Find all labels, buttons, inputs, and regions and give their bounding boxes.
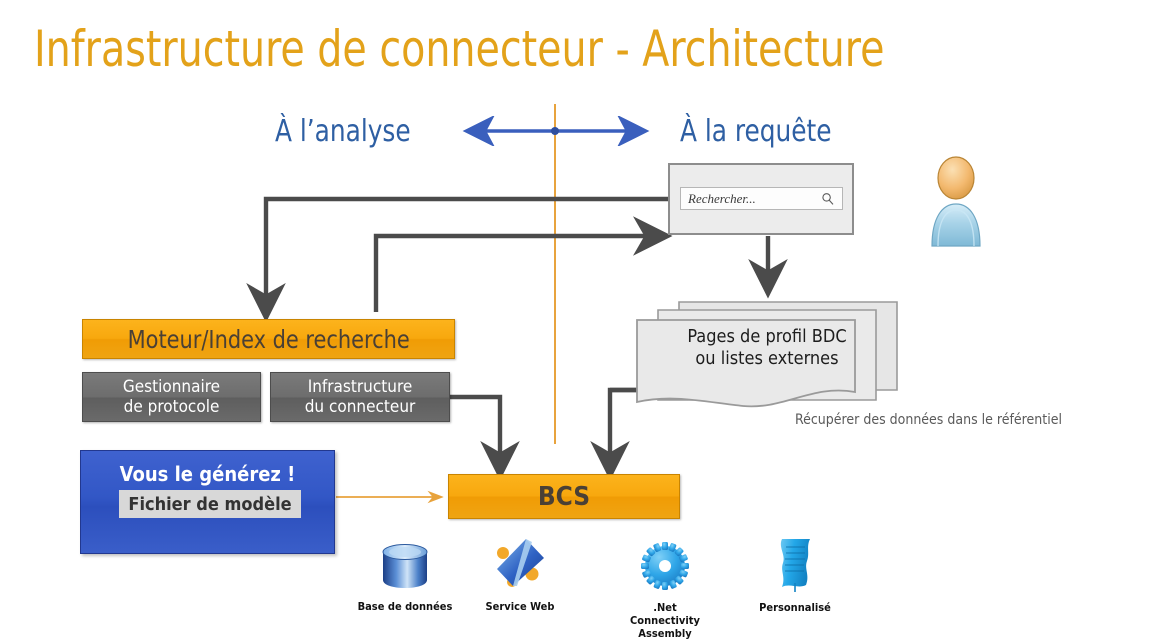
- custom-document-icon: [780, 539, 810, 592]
- web-service-caption: Service Web: [485, 600, 555, 613]
- bdc-profile-pages-label: Pages de profil BDC ou listes externes: [687, 326, 847, 369]
- protocol-handler-label: Gestionnaire de protocole: [122, 377, 221, 417]
- gear-icon: [641, 542, 689, 590]
- page-title: Infrastructure de connecteur - Architect…: [34, 20, 885, 78]
- search-engine-label: Moteur/Index de recherche: [127, 324, 410, 354]
- connector-icon-database[interactable]: Base de données: [350, 540, 460, 613]
- search-icon: [822, 193, 834, 205]
- search-panel[interactable]: Rechercher...: [668, 163, 854, 235]
- connector-icon-custom[interactable]: Personnalisé: [740, 535, 850, 614]
- database-caption: Base de données: [357, 600, 453, 613]
- bcs-box[interactable]: BCS: [448, 474, 680, 519]
- search-engine-box[interactable]: Moteur/Index de recherche: [82, 319, 455, 359]
- bcs-label: BCS: [537, 481, 591, 512]
- database-icon: [382, 544, 428, 588]
- search-placeholder: Rechercher...: [688, 191, 756, 206]
- generate-box[interactable]: Vous le générez ! Fichier de modèle: [80, 450, 335, 554]
- vertical-divider: [554, 104, 556, 444]
- protocol-handler-box[interactable]: Gestionnaire de protocole: [82, 372, 261, 422]
- slide-canvas: Infrastructure de connecteur - Architect…: [0, 0, 1161, 640]
- net-assembly-caption: .Net Connectivity Assembly: [630, 601, 700, 640]
- search-input[interactable]: Rechercher...: [680, 187, 843, 210]
- label-a-l-analyse: À l’analyse: [275, 114, 411, 149]
- custom-caption: Personnalisé: [759, 601, 831, 614]
- label-a-la-requete: À la requête: [680, 114, 832, 149]
- user-icon: [931, 156, 981, 247]
- retrieve-note: Récupérer des données dans le référentie…: [795, 412, 1062, 428]
- double-arrow-icon: [462, 116, 650, 146]
- web-service-icon: [497, 539, 544, 587]
- generate-title: Vous le générez !: [119, 462, 296, 486]
- connector-framework-label: Infrastructure du connecteur: [304, 377, 416, 417]
- connector-icon-net-assembly[interactable]: .Net Connectivity Assembly: [610, 541, 720, 640]
- connector-framework-box[interactable]: Infrastructure du connecteur: [270, 372, 450, 422]
- connector-icon-web-service[interactable]: Service Web: [465, 536, 575, 613]
- model-file-box[interactable]: Fichier de modèle: [119, 490, 301, 518]
